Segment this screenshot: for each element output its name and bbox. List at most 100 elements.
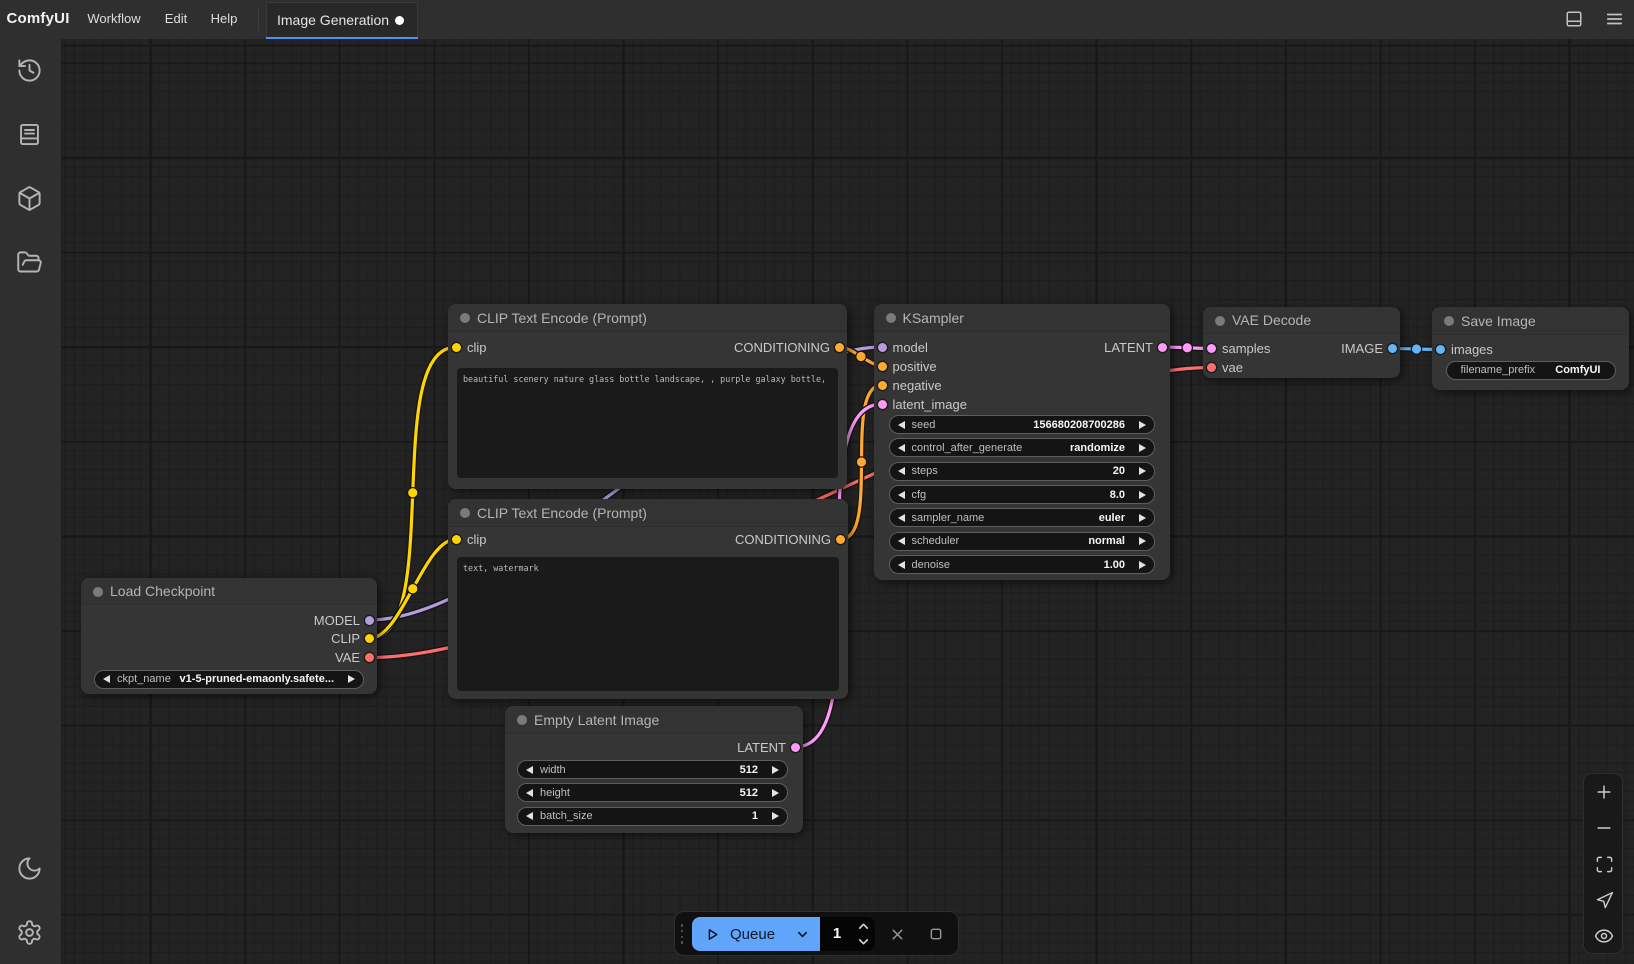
widget-value[interactable]: 8.0 xyxy=(1110,489,1125,501)
widget-increment-arrow-icon[interactable] xyxy=(1139,514,1146,522)
input-port-dot[interactable] xyxy=(1207,363,1216,372)
workflows-folder-icon[interactable] xyxy=(16,249,43,276)
widget-value[interactable]: randomize xyxy=(1070,442,1125,454)
node-ksampler[interactable]: KSamplermodelpositivenegativelatent_imag… xyxy=(874,304,1171,580)
widget-denoise[interactable]: denoise1.00 xyxy=(889,555,1156,574)
input-slot-vae[interactable]: vae xyxy=(1203,358,1400,377)
queue-run-button[interactable]: Queue xyxy=(692,917,820,951)
widget-decrement-arrow-icon[interactable] xyxy=(526,812,533,820)
navigation-arrow-icon[interactable] xyxy=(1584,882,1624,918)
widget-increment-arrow-icon[interactable] xyxy=(772,812,779,820)
zoom-out-icon[interactable] xyxy=(1584,810,1624,846)
widget-decrement-arrow-icon[interactable] xyxy=(898,514,905,522)
clear-queue-x-icon[interactable] xyxy=(881,918,913,950)
output-port-dot[interactable] xyxy=(365,616,374,625)
node-load-checkpoint[interactable]: Load CheckpointMODELCLIPVAEckpt_namev1-5… xyxy=(81,578,377,694)
node-vae-decode[interactable]: VAE DecodesamplesvaeIMAGE xyxy=(1203,307,1400,378)
input-slot-latent_image[interactable]: latent_image xyxy=(874,395,1171,414)
queue-log-icon[interactable] xyxy=(16,121,43,148)
output-port-dot[interactable] xyxy=(365,634,374,643)
widget-value[interactable]: normal xyxy=(1088,535,1125,547)
zoom-in-icon[interactable] xyxy=(1584,774,1624,810)
output-port-dot[interactable] xyxy=(791,743,800,752)
output-port-dot[interactable] xyxy=(1158,343,1167,352)
node-clip-text-encode-negative[interactable]: CLIP Text Encode (Prompt)clipCONDITIONIN… xyxy=(448,499,848,699)
batch-count-value[interactable]: 1 xyxy=(820,917,854,951)
widget-increment-arrow-icon[interactable] xyxy=(1139,421,1146,429)
widget-value[interactable]: 1.00 xyxy=(1104,559,1125,571)
input-port-dot[interactable] xyxy=(1436,345,1445,354)
widget-increment-arrow-icon[interactable] xyxy=(1139,467,1146,475)
input-port-dot[interactable] xyxy=(878,362,887,371)
hamburger-menu-icon[interactable] xyxy=(1605,10,1624,33)
widget-value[interactable]: 156680208700286 xyxy=(1033,419,1125,431)
widget-decrement-arrow-icon[interactable] xyxy=(898,444,905,452)
prompt-textarea[interactable]: beautiful scenery nature glass bottle la… xyxy=(457,368,838,478)
fit-view-icon[interactable] xyxy=(1584,846,1624,882)
node-title-bar[interactable]: Save Image xyxy=(1432,307,1629,335)
widget-decrement-arrow-icon[interactable] xyxy=(526,789,533,797)
theme-toggle-moon-icon[interactable] xyxy=(16,855,43,882)
input-slot-positive[interactable]: positive xyxy=(874,357,1171,376)
prompt-textarea[interactable]: text, watermark xyxy=(457,557,839,692)
widget-value[interactable]: 512 xyxy=(740,764,758,776)
node-empty-latent-image[interactable]: Empty Latent ImageLATENTwidth512height51… xyxy=(505,706,803,833)
node-save-image[interactable]: Save Image images filename_prefixComfyUI xyxy=(1432,307,1629,390)
batch-increment-icon[interactable] xyxy=(853,918,873,934)
widget-increment-arrow-icon[interactable] xyxy=(1139,491,1146,499)
menu-edit[interactable]: Edit xyxy=(158,0,194,39)
node-title-bar[interactable]: KSampler xyxy=(874,304,1171,332)
node-title-bar[interactable]: CLIP Text Encode (Prompt) xyxy=(448,304,847,332)
node-clip-text-encode-positive[interactable]: CLIP Text Encode (Prompt)clipCONDITIONIN… xyxy=(448,304,847,489)
widget-value[interactable]: ComfyUI xyxy=(1555,364,1600,376)
widget-scheduler[interactable]: schedulernormal xyxy=(889,532,1156,551)
node-title-bar[interactable]: Load Checkpoint xyxy=(81,578,377,605)
panel-bottom-icon[interactable] xyxy=(1565,10,1583,33)
widget-filename_prefix[interactable]: filename_prefixComfyUI xyxy=(1446,361,1616,380)
output-slot-CONDITIONING[interactable]: CONDITIONING xyxy=(448,338,847,357)
drag-grip-icon[interactable] xyxy=(679,924,685,944)
workflow-history-icon[interactable] xyxy=(16,57,43,84)
toggle-links-eye-icon[interactable] xyxy=(1584,918,1624,954)
input-port-dot[interactable] xyxy=(878,400,887,409)
widget-decrement-arrow-icon[interactable] xyxy=(898,537,905,545)
menu-help[interactable]: Help xyxy=(206,0,242,39)
input-slot-images[interactable]: images xyxy=(1432,340,1629,359)
output-slot-LATENT[interactable]: LATENT xyxy=(505,738,803,757)
widget-seed[interactable]: seed156680208700286 xyxy=(889,415,1156,434)
output-slot-LATENT[interactable]: LATENT xyxy=(874,338,1171,357)
output-slot-MODEL[interactable]: MODEL xyxy=(81,611,377,630)
widget-value[interactable]: euler xyxy=(1099,512,1125,524)
output-slot-CONDITIONING[interactable]: CONDITIONING xyxy=(448,530,848,549)
model-library-icon[interactable] xyxy=(16,185,43,212)
node-title-bar[interactable]: CLIP Text Encode (Prompt) xyxy=(448,499,848,527)
widget-value[interactable]: 1 xyxy=(752,810,758,822)
widget-increment-arrow-icon[interactable] xyxy=(348,675,355,683)
widget-value[interactable]: 512 xyxy=(740,787,758,799)
widget-increment-arrow-icon[interactable] xyxy=(1139,444,1146,452)
output-port-dot[interactable] xyxy=(836,535,845,544)
output-port-dot[interactable] xyxy=(365,653,374,662)
input-slot-negative[interactable]: negative xyxy=(874,376,1171,395)
settings-gear-icon[interactable] xyxy=(16,919,43,946)
widget-batch_size[interactable]: batch_size1 xyxy=(517,807,788,826)
output-port-dot[interactable] xyxy=(1388,344,1397,353)
widget-width[interactable]: width512 xyxy=(517,760,788,779)
widget-decrement-arrow-icon[interactable] xyxy=(898,467,905,475)
widget-control_after_generate[interactable]: control_after_generaterandomize xyxy=(889,438,1156,457)
widget-increment-arrow-icon[interactable] xyxy=(772,766,779,774)
input-port-dot[interactable] xyxy=(878,381,887,390)
output-slot-VAE[interactable]: VAE xyxy=(81,648,377,667)
output-slot-IMAGE[interactable]: IMAGE xyxy=(1203,339,1400,358)
widget-increment-arrow-icon[interactable] xyxy=(1139,537,1146,545)
widget-steps[interactable]: steps20 xyxy=(889,462,1156,481)
widget-value[interactable]: v1-5-pruned-emaonly.safete... xyxy=(180,673,334,685)
node-title-bar[interactable]: Empty Latent Image xyxy=(505,706,803,734)
widget-decrement-arrow-icon[interactable] xyxy=(898,491,905,499)
widget-value[interactable]: 20 xyxy=(1113,465,1125,477)
widget-decrement-arrow-icon[interactable] xyxy=(898,421,905,429)
widget-decrement-arrow-icon[interactable] xyxy=(103,675,110,683)
widget-increment-arrow-icon[interactable] xyxy=(1139,561,1146,569)
widget-decrement-arrow-icon[interactable] xyxy=(526,766,533,774)
widget-cfg[interactable]: cfg8.0 xyxy=(889,485,1156,504)
